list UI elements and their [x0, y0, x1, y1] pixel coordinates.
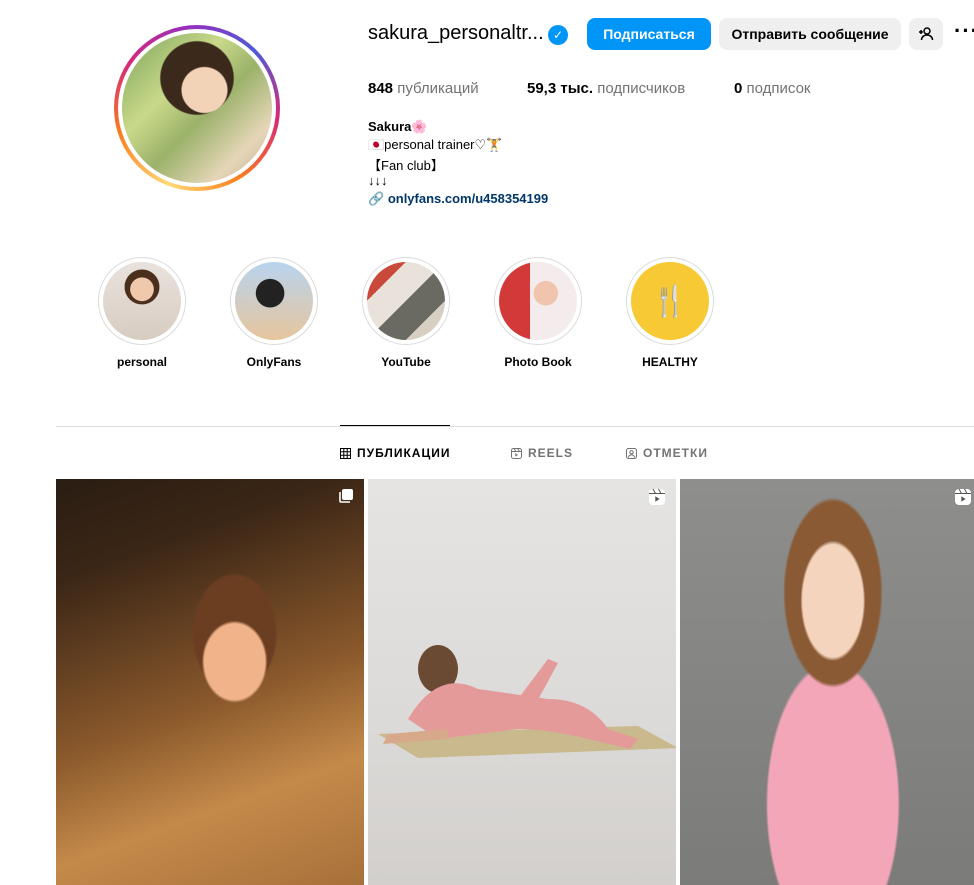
bio-link[interactable]: 🔗 onlyfans.com/u458354199 [368, 191, 548, 207]
active-tab-indicator [340, 425, 450, 426]
highlight-thumbnail [103, 262, 181, 340]
reels-icon [649, 488, 665, 505]
highlight-healthy[interactable]: 🍴 HEALTHY [625, 257, 715, 369]
highlight-thumbnail [367, 262, 445, 340]
highlight-youtube[interactable]: YouTube [361, 257, 451, 369]
carousel-icon [339, 489, 353, 503]
tab-tagged[interactable]: ОТМЕТКИ [626, 446, 708, 460]
post-thumbnail[interactable] [680, 479, 974, 885]
link-icon: 🔗 [368, 191, 385, 206]
send-message-button[interactable]: Отправить сообщение [719, 18, 901, 50]
following-stat[interactable]: 0 подписок [734, 80, 810, 97]
tab-reels[interactable]: REELS [511, 446, 573, 460]
avatar-photo [122, 33, 272, 183]
person-figure [383, 645, 638, 749]
add-user-icon [919, 27, 934, 41]
profile-username: sakura_personaltr... [368, 22, 544, 44]
followers-stat[interactable]: 59,3 тыс. подписчиков [527, 80, 685, 97]
follow-button[interactable]: Подписаться [587, 18, 711, 50]
highlight-label: Photo Book [504, 355, 572, 369]
highlight-thumbnail [235, 262, 313, 340]
bio-line: 🇯🇵personal trainer♡🏋️ [368, 137, 503, 152]
posts-stat: 848 публикаций [368, 80, 479, 97]
more-options-icon[interactable]: ··· [954, 20, 974, 42]
grid-icon [340, 447, 351, 459]
verified-badge-icon: ✓ [548, 25, 568, 45]
reels-icon [511, 447, 522, 459]
highlight-label: personal [116, 355, 167, 369]
highlight-label: YouTube [381, 355, 431, 369]
tabs-divider [56, 426, 974, 427]
suggested-users-button[interactable] [909, 18, 943, 50]
profile-avatar[interactable] [114, 25, 280, 191]
post-thumbnail[interactable] [368, 479, 676, 885]
reels-icon [955, 488, 971, 505]
tab-posts[interactable]: ПУБЛИКАЦИИ [340, 446, 450, 460]
bio-line: 【Fan club】 [368, 158, 444, 173]
highlight-thumbnail [499, 262, 577, 340]
highlight-label: HEALTHY [642, 355, 698, 369]
highlight-photo-book[interactable]: Photo Book [493, 257, 583, 369]
tagged-icon [626, 447, 637, 459]
highlight-label: OnlyFans [246, 355, 302, 369]
bio-name: Sakura🌸 [368, 119, 428, 134]
fork-knife-icon: 🍴 [631, 262, 709, 340]
post-thumbnail[interactable] [56, 479, 364, 885]
bio-line: ↓↓↓ [368, 173, 388, 188]
highlight-personal[interactable]: personal [97, 257, 187, 369]
highlight-onlyfans[interactable]: OnlyFans [229, 257, 319, 369]
